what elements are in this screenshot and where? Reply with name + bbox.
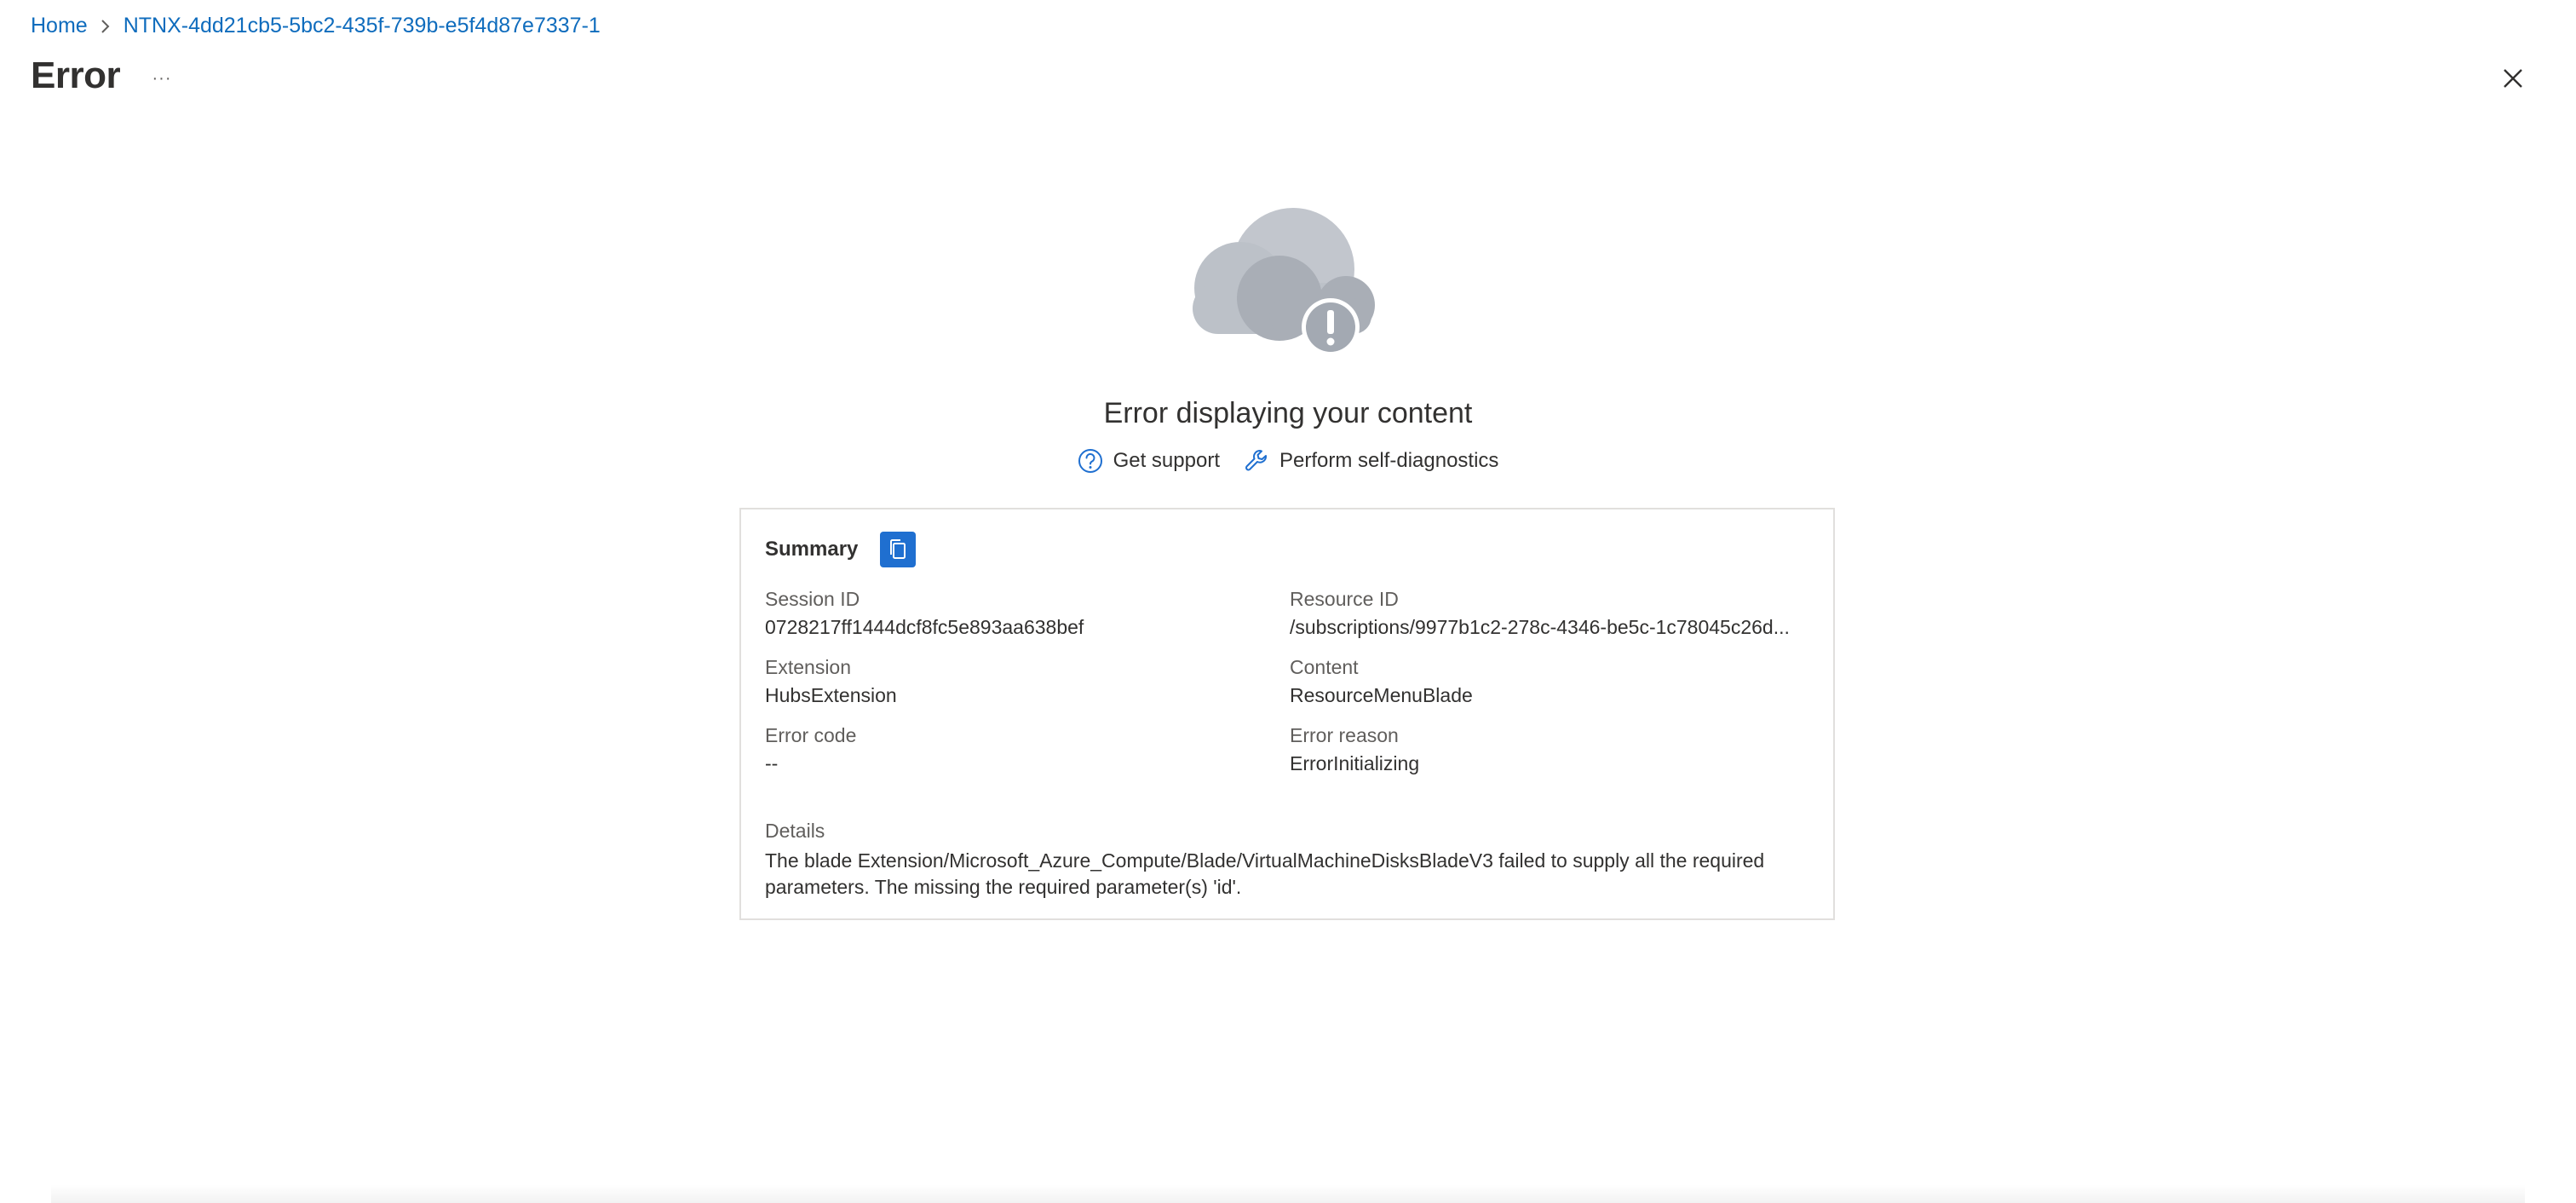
extension-field: Extension HubsExtension xyxy=(765,656,1259,707)
extension-value: HubsExtension xyxy=(765,684,897,706)
breadcrumb: Home NTNX-4dd21cb5-5bc2-435f-739b-e5f4d8… xyxy=(31,14,601,38)
summary-label: Summary xyxy=(765,538,859,561)
session-id-value: 0728217ff1444dcf8fc5e893aa638bef xyxy=(765,616,1084,638)
resource-id-label: Resource ID xyxy=(1290,588,1399,610)
details-value: The blade Extension/Microsoft_Azure_Comp… xyxy=(765,849,1765,898)
session-id-field: Session ID 0728217ff1444dcf8fc5e893aa638… xyxy=(765,588,1259,639)
content-label: Content xyxy=(1290,656,1359,678)
extension-label: Extension xyxy=(765,656,852,678)
details-field: Details The blade Extension/Microsoft_Az… xyxy=(765,820,1813,901)
wrench-icon xyxy=(1245,450,1267,471)
breadcrumb-resource-link[interactable]: NTNX-4dd21cb5-5bc2-435f-739b-e5f4d87e733… xyxy=(124,14,601,38)
cloud-error-icon xyxy=(1184,204,1389,358)
get-support-label: Get support xyxy=(1113,449,1220,472)
close-icon xyxy=(2504,69,2522,88)
bottom-divider xyxy=(51,1184,2525,1203)
close-button[interactable] xyxy=(2498,63,2528,94)
content-value: ResourceMenuBlade xyxy=(1290,684,1473,706)
copy-icon xyxy=(890,539,906,559)
details-label: Details xyxy=(765,820,825,842)
error-code-value: -- xyxy=(765,752,779,774)
ellipsis-icon: ··· xyxy=(152,68,172,88)
error-reason-field: Error reason ErrorInitializing xyxy=(1290,724,1801,775)
chevron-right-icon xyxy=(100,18,112,35)
error-reason-value: ErrorInitializing xyxy=(1290,752,1420,774)
resource-id-value: /subscriptions/9977b1c2-278c-4346-be5c-1… xyxy=(1290,616,1790,638)
session-id-label: Session ID xyxy=(765,588,860,610)
question-circle-icon xyxy=(1078,449,1102,473)
summary-card: Summary Session ID 0728217ff1444dcf8fc5e… xyxy=(739,508,1835,920)
more-options-button[interactable]: ··· xyxy=(147,63,177,94)
page-title: Error xyxy=(31,55,121,96)
error-blade: Home NTNX-4dd21cb5-5bc2-435f-739b-e5f4d8… xyxy=(0,0,2576,1203)
get-support-link[interactable]: Get support xyxy=(1078,448,1220,474)
breadcrumb-home-link[interactable]: Home xyxy=(31,14,88,38)
error-code-label: Error code xyxy=(765,724,857,746)
self-diagnostics-label: Perform self-diagnostics xyxy=(1279,449,1499,472)
copy-button[interactable] xyxy=(880,532,917,567)
resource-id-field: Resource ID /subscriptions/9977b1c2-278c… xyxy=(1290,588,1801,639)
error-reason-label: Error reason xyxy=(1290,724,1399,746)
error-code-field: Error code -- xyxy=(765,724,1259,775)
self-diagnostics-link[interactable]: Perform self-diagnostics xyxy=(1244,448,1498,474)
action-links: Get support Perform self-diagnostics xyxy=(0,448,2576,474)
error-heading: Error displaying your content xyxy=(1103,397,1473,429)
content-field: Content ResourceMenuBlade xyxy=(1290,656,1801,707)
summary-header: Summary xyxy=(765,532,917,567)
